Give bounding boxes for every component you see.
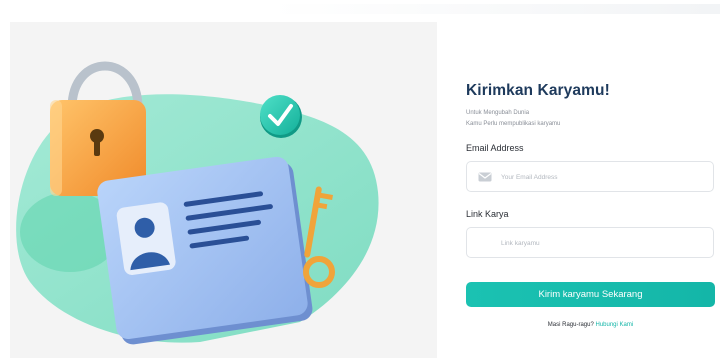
form-subtitle-line2: Kamu Perlu mempublikasi karyamu xyxy=(466,121,561,127)
link-field[interactable] xyxy=(466,227,714,258)
link-input[interactable] xyxy=(501,234,701,252)
check-badge-icon xyxy=(260,95,302,138)
top-strip-fade xyxy=(270,4,720,14)
contact-prompt: Masi Ragu-ragu? Hubungi Kami xyxy=(466,322,715,328)
id-card-icon xyxy=(97,156,313,345)
illustration-panel xyxy=(10,22,437,358)
email-field[interactable] xyxy=(466,161,714,192)
envelope-icon xyxy=(478,172,492,182)
contact-prompt-text: Masi Ragu-ragu? xyxy=(547,322,594,328)
submission-form: Kirimkan Karyamu! Untuk Mengubah Dunia K… xyxy=(437,22,720,358)
contact-link[interactable]: Hubungi Kami xyxy=(596,322,634,328)
form-title: Kirimkan Karyamu! xyxy=(466,82,610,99)
submit-button[interactable]: Kirim karyamu Sekarang xyxy=(466,282,715,307)
email-input[interactable] xyxy=(501,168,701,186)
link-label: Link Karya xyxy=(466,209,509,219)
form-subtitle-line1: Untuk Mengubah Dunia xyxy=(466,110,530,116)
top-strip xyxy=(0,0,720,14)
email-label: Email Address xyxy=(466,143,524,153)
illustration xyxy=(16,61,379,345)
padlock-icon xyxy=(50,61,146,196)
